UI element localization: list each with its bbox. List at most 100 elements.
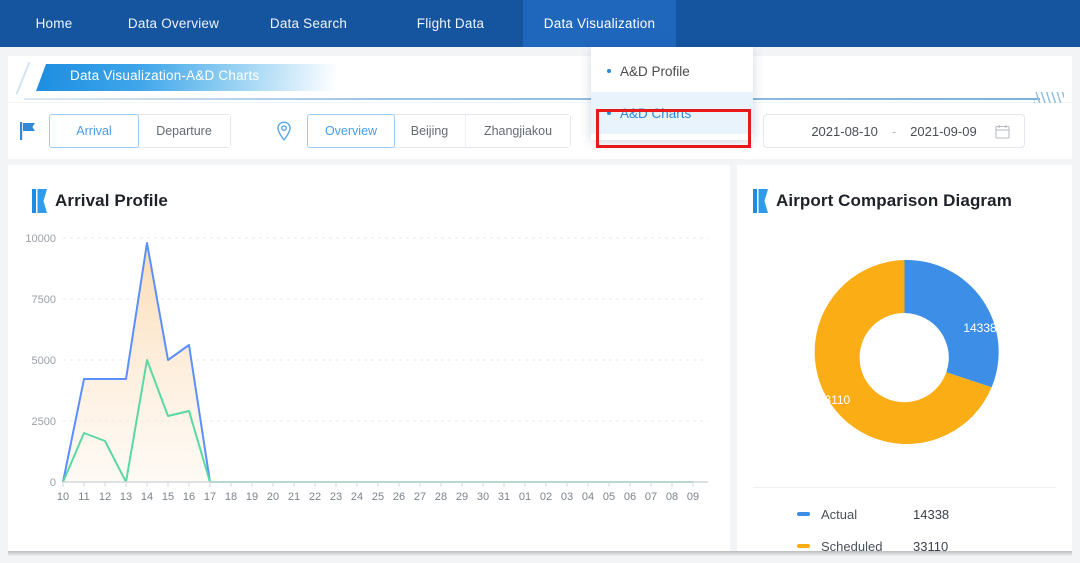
nav-item-home[interactable]: Home: [0, 0, 108, 47]
chart-x-tick-label: 09: [687, 491, 699, 503]
chart-x-tick-label: 21: [288, 491, 300, 503]
chart-x-tick-label: 26: [393, 491, 405, 503]
date-separator: -: [891, 123, 897, 139]
filter-departure-button[interactable]: Departure: [138, 115, 230, 147]
data-visualization-dropdown: A&D Profile A&D Charts: [591, 47, 753, 140]
legend-label: Actual: [821, 506, 858, 522]
nav-item-data-overview[interactable]: Data Overview: [108, 0, 239, 47]
arrival-profile-chart: 10000 7500 5000 2500 0 10 11 12 13 14 15…: [25, 233, 708, 503]
legend-swatch-actual: [797, 512, 810, 516]
chart-x-tick-label: 23: [330, 491, 342, 503]
bullet-icon: [607, 69, 611, 73]
filter-label: Departure: [156, 124, 212, 138]
ribbon-icon: [753, 189, 768, 213]
band-divider: [24, 98, 1040, 100]
nav-label: Home: [35, 16, 73, 31]
airport-filter-group: Overview Beijing Zhangjiakou: [307, 114, 571, 148]
airport-comparison-donut: 14338 33110: [814, 259, 999, 444]
chart-x-tick-label: 28: [435, 491, 447, 503]
date-start[interactable]: 2021-08-10: [811, 124, 878, 139]
svg-text:5000: 5000: [32, 355, 56, 367]
dropdown-item-ad-charts[interactable]: A&D Charts: [591, 92, 753, 134]
airport-comparison-title: Airport Comparison Diagram: [753, 189, 1012, 213]
legend-item-actual[interactable]: Actual 14338: [753, 498, 1056, 530]
chart-x-tick-label: 10: [57, 491, 69, 503]
chart-x-tick-label: 14: [141, 491, 153, 503]
chart-x-tick-label: 27: [414, 491, 426, 503]
chart-x-tick-label: 20: [267, 491, 279, 503]
chart-area-fill: [63, 243, 210, 482]
nav-label: Data Visualization: [543, 16, 656, 31]
nav-label: Flight Data: [416, 16, 485, 31]
card-title-text: Airport Comparison Diagram: [776, 191, 1012, 210]
chart-x-tick-label: 04: [582, 491, 594, 503]
bullet-icon: [607, 111, 611, 115]
filter-arrival-button[interactable]: Arrival: [49, 114, 139, 148]
card-title-text: Arrival Profile: [55, 191, 168, 210]
dropdown-item-ad-profile[interactable]: A&D Profile: [591, 50, 753, 92]
filter-zhangjiakou-button[interactable]: Zhangjiakou: [466, 115, 570, 147]
chart-x-tick-label: 08: [666, 491, 678, 503]
chart-x-tick-label: 02: [540, 491, 552, 503]
location-pin-icon: [277, 121, 291, 141]
chart-x-tick-label: 16: [183, 491, 195, 503]
donut-label-actual: 14338: [963, 321, 997, 335]
chart-x-tick-label: 31: [498, 491, 510, 503]
chart-y-axis-labels: 10000 7500 5000 2500 0: [25, 233, 56, 489]
airport-comparison-card: Airport Comparison Diagram 14338 33110 A…: [737, 165, 1072, 554]
flag-icon: [20, 122, 35, 140]
chart-x-tick-label: 19: [246, 491, 258, 503]
chart-x-tick-label: 01: [519, 491, 531, 503]
nav-item-data-search[interactable]: Data Search: [239, 0, 378, 47]
chart-x-tick-label: 17: [204, 491, 216, 503]
chart-x-tick-label: 25: [372, 491, 384, 503]
donut-label-scheduled: 33110: [818, 393, 851, 407]
date-range-picker[interactable]: 2021-08-10 - 2021-09-09: [763, 114, 1025, 148]
svg-text:0: 0: [50, 477, 56, 489]
dropdown-item-label: A&D Charts: [620, 105, 692, 121]
chart-x-tick-label: 13: [120, 491, 132, 503]
chart-x-tick-label: 05: [603, 491, 615, 503]
chart-x-tick-label: 18: [225, 491, 237, 503]
nav-label: Data Overview: [127, 16, 220, 31]
direction-filter-group: Arrival Departure: [49, 114, 231, 148]
main-navbar: Home Data Overview Data Search Flight Da…: [0, 0, 1080, 47]
chart-x-tick-label: 12: [99, 491, 111, 503]
dropdown-item-label: A&D Profile: [620, 63, 690, 79]
nav-item-data-visualization[interactable]: Data Visualization: [523, 0, 676, 47]
page-title: Data Visualization-A&D Charts: [70, 68, 260, 83]
filter-label: Arrival: [76, 124, 112, 138]
svg-text:10000: 10000: [25, 233, 56, 245]
page-title-band: Data Visualization-A&D Charts: [8, 56, 1072, 104]
chart-x-tick-label: 03: [561, 491, 573, 503]
chart-x-tick-label: 30: [477, 491, 489, 503]
filter-label: Beijing: [410, 124, 449, 138]
chart-x-tick-label: 22: [309, 491, 321, 503]
chart-x-tick-label: 15: [162, 491, 174, 503]
filter-overview-button[interactable]: Overview: [307, 114, 395, 148]
date-end[interactable]: 2021-09-09: [910, 124, 977, 139]
arrival-profile-title: Arrival Profile: [32, 189, 168, 213]
chart-x-axis-labels: 10 11 12 13 14 15 16 17 18 19 20 21 22 23 24 25 26 27 28 29…: [57, 491, 699, 503]
legend-item-scheduled[interactable]: Scheduled 33110: [753, 530, 1056, 562]
arrival-profile-card: Arrival Profile 10000 7500 5000 2500 0 1…: [8, 165, 730, 551]
legend-value: 14338: [913, 506, 950, 522]
donut-chart-wrapper: 14338 33110: [737, 227, 1072, 477]
app-root: Home Data Overview Data Search Flight Da…: [0, 0, 1080, 563]
legend-swatch-scheduled: [797, 544, 810, 548]
svg-text:7500: 7500: [32, 294, 56, 306]
chart-x-tick-label: 29: [456, 491, 468, 503]
chart-x-tick-label: 24: [351, 491, 363, 503]
filter-beijing-button[interactable]: Beijing: [394, 115, 466, 147]
ribbon-icon: [32, 189, 47, 213]
svg-text:2500: 2500: [32, 416, 56, 428]
calendar-icon[interactable]: [995, 124, 1010, 139]
chart-x-tick-label: 11: [78, 491, 89, 503]
nav-label: Data Search: [269, 16, 348, 31]
chart-x-tick-label: 06: [624, 491, 636, 503]
nav-item-flight-data[interactable]: Flight Data: [378, 0, 523, 47]
chart-x-tick-label: 07: [645, 491, 657, 503]
filter-label: Zhangjiakou: [483, 124, 553, 138]
filter-label: Overview: [324, 124, 378, 138]
window-bottom-shadow: [8, 551, 1072, 556]
